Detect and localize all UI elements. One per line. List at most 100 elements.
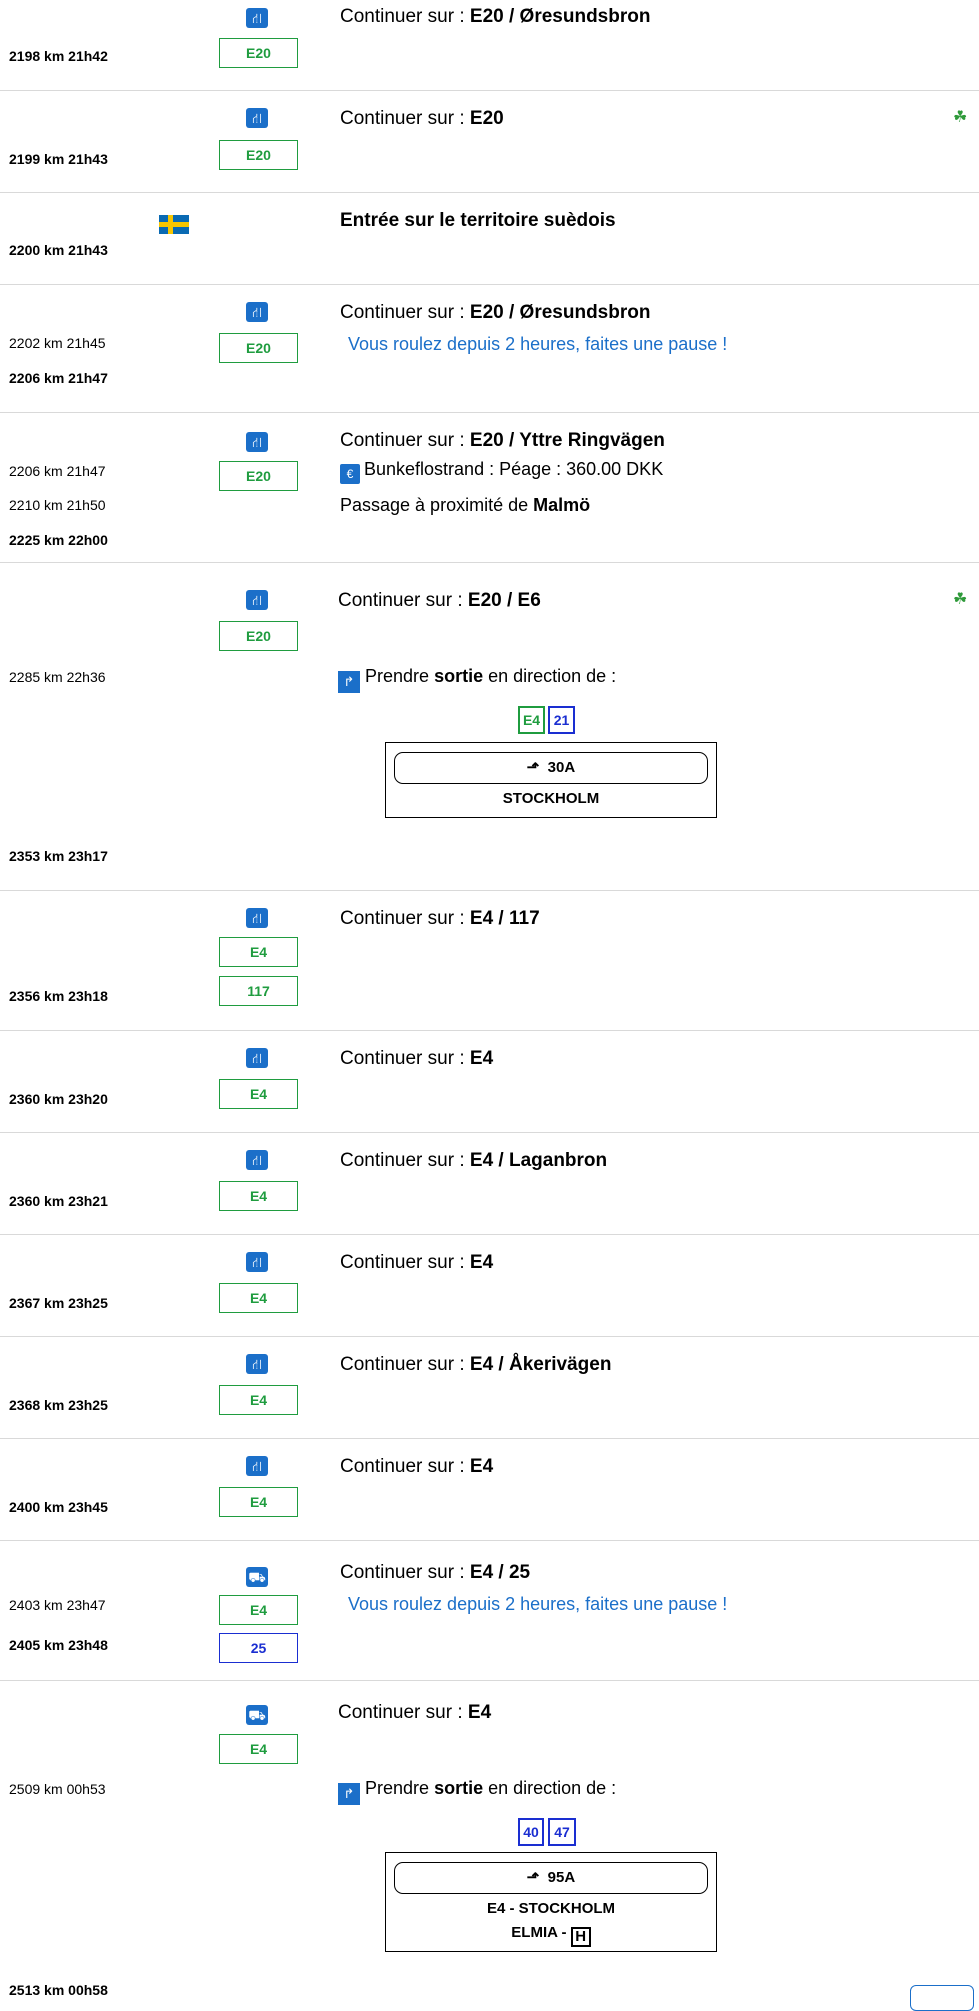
route-step: ⛟ Continuer sur : E4 / 25 Vous roulez de…	[0, 1540, 979, 1681]
distance-time: 2403 km 23h47	[9, 1597, 106, 1613]
instruction: Continuer sur : E4	[340, 1456, 494, 1477]
road-shield: 21	[548, 706, 575, 734]
destination: STOCKHOLM	[502, 790, 600, 807]
distance-time: 2210 km 21h50	[9, 497, 106, 513]
highway-icon: ⛙	[246, 1354, 268, 1374]
route-step: ⛙ Continuer sur : E4 E4 2360 km 23h20	[0, 1030, 979, 1133]
instruction: Continuer sur : E4	[340, 1048, 494, 1069]
eco-leaf-icon: ☘	[953, 591, 968, 608]
instruction: Continuer sur : E20 / E6	[338, 590, 541, 611]
instruction: Continuer sur : E20 / Øresundsbron	[340, 6, 651, 27]
instruction: Continuer sur : E4 / 25	[340, 1562, 531, 1583]
road-shield: E4	[518, 706, 545, 734]
road-shield: E20	[219, 461, 298, 491]
distance-time: 2513 km 00h58	[9, 1982, 108, 1998]
route-step: ⛙ Continuer sur : E4 E4 2400 km 23h45	[0, 1438, 979, 1541]
road-name: E4 / 25	[469, 1562, 531, 1583]
road-shield: 40	[518, 1818, 544, 1846]
road-shield: E4	[219, 1595, 298, 1625]
car-road-icon: ⛟	[246, 1567, 268, 1587]
distance-time: 2285 km 22h36	[9, 669, 106, 685]
exit-number-box: ⬏ 95A	[394, 1862, 708, 1894]
route-step: ⛙ Continuer sur : E4 / 117 E4 117 2356 k…	[0, 890, 979, 1031]
exit-sign-panel: ⬏ 95A E4 - STOCKHOLM ELMIA - H	[385, 1852, 717, 1952]
highway-icon: ⛙	[246, 108, 268, 128]
instruction: Continuer sur : E20 / Yttre Ringvägen	[340, 430, 665, 451]
car-road-icon: ⛟	[246, 1705, 268, 1725]
instruction: Continuer sur : E20	[340, 108, 504, 129]
pause-note: Vous roulez depuis 2 heures, faites une …	[348, 334, 728, 354]
exit-icon: ⬏	[526, 1869, 540, 1886]
road-name: E20	[469, 108, 504, 129]
distance-time: 2200 km 21h43	[9, 242, 108, 258]
border-crossing: Entrée sur le territoire suèdois	[340, 210, 616, 231]
destination: ELMIA - H	[386, 1921, 716, 1947]
exit-icon: ↱	[338, 1783, 360, 1805]
road-shield: E4	[219, 937, 298, 967]
hospital-icon: H	[570, 1927, 591, 1947]
instruction: Continuer sur : E4 / Åkerivägen	[340, 1354, 612, 1375]
road-shield: E20	[219, 621, 298, 651]
route-step: Entrée sur le territoire suèdois 2200 km…	[0, 192, 979, 285]
toll-icon: €	[340, 464, 360, 484]
instruction: Continuer sur : E4	[340, 1252, 494, 1273]
distance-time: 2368 km 23h25	[9, 1397, 108, 1413]
city-name: Malmö	[533, 495, 591, 515]
road-shield: E4	[219, 1385, 298, 1415]
highway-icon: ⛙	[246, 8, 268, 28]
road-name: E4	[469, 1252, 494, 1273]
road-shield: 47	[548, 1818, 576, 1846]
road-shield: E20	[219, 333, 298, 363]
road-name: E4 / Åkerivägen	[469, 1354, 612, 1375]
instruction: Continuer sur : E4	[338, 1702, 492, 1723]
road-shield: E20	[219, 140, 298, 170]
route-step: ⛙ Continuer sur : E4 / Åkerivägen E4 236…	[0, 1336, 979, 1439]
toll-info: € Bunkeflostrand : Péage : 360.00 DKK	[340, 459, 663, 484]
road-shield: E4	[219, 1079, 298, 1109]
route-step: ⛙ Continuer sur : E20 ☘ E20 2199 km 21h4…	[0, 90, 979, 193]
instruction: Continuer sur : E4 / 117	[340, 908, 540, 929]
highway-icon: ⛙	[246, 1456, 268, 1476]
highway-icon: ⛙	[246, 1048, 268, 1068]
road-name: E4 / 117	[469, 908, 540, 929]
distance-time: 2360 km 23h21	[9, 1193, 108, 1209]
route-step: ⛟ Continuer sur : E4 E4 2509 km 00h53 ↱ P…	[0, 1680, 979, 2004]
highway-icon: ⛙	[246, 590, 268, 610]
destination: E4 - STOCKHOLM	[486, 1900, 616, 1917]
route-step: ⛙ Continuer sur : E20 / Yttre Ringvägen …	[0, 412, 979, 563]
highway-icon: ⛙	[246, 1150, 268, 1170]
road-name: E4 / Laganbron	[469, 1150, 608, 1171]
distance-time: 2199 km 21h43	[9, 151, 108, 167]
exit-number-box: ⬏ 30A	[394, 752, 708, 784]
road-shield: E4	[219, 1734, 298, 1764]
road-name: E4	[469, 1048, 494, 1069]
route-step: ⛙ Continuer sur : E20 / E6 ☘ E20 2285 km…	[0, 562, 979, 891]
scroll-top-button[interactable]	[910, 1985, 974, 2011]
proximity-info: Passage à proximité de Malmö	[340, 495, 591, 515]
road-shield: E20	[219, 38, 298, 68]
distance-time: 2225 km 22h00	[9, 532, 108, 548]
road-name: E20 / E6	[467, 590, 541, 611]
distance-time: 2509 km 00h53	[9, 1781, 106, 1797]
pause-note: Vous roulez depuis 2 heures, faites une …	[348, 1594, 728, 1614]
distance-time: 2360 km 23h20	[9, 1091, 108, 1107]
road-shield: E4	[219, 1283, 298, 1313]
exit-icon: ↱	[338, 671, 360, 693]
highway-icon: ⛙	[246, 302, 268, 322]
route-step: ⛙ Continuer sur : E20 / Øresundsbron E20…	[0, 0, 979, 91]
distance-time: 2206 km 21h47	[9, 463, 106, 479]
road-name: E4	[467, 1702, 492, 1723]
eco-leaf-icon: ☘	[953, 109, 968, 126]
road-shield: 25	[219, 1633, 298, 1663]
distance-time: 2198 km 21h42	[9, 48, 108, 64]
distance-time: 2367 km 23h25	[9, 1295, 108, 1311]
route-step: ⛙ Continuer sur : E4 / Laganbron E4 2360…	[0, 1132, 979, 1235]
highway-icon: ⛙	[246, 908, 268, 928]
instruction: Continuer sur : E4 / Laganbron	[340, 1150, 608, 1171]
highway-icon: ⛙	[246, 1252, 268, 1272]
road-name: E20 / Yttre Ringvägen	[469, 430, 665, 451]
distance-time: 2202 km 21h45	[9, 335, 106, 351]
exit-icon: ⬏	[526, 759, 540, 776]
highway-icon: ⛙	[246, 432, 268, 452]
distance-time: 2353 km 23h17	[9, 848, 108, 864]
